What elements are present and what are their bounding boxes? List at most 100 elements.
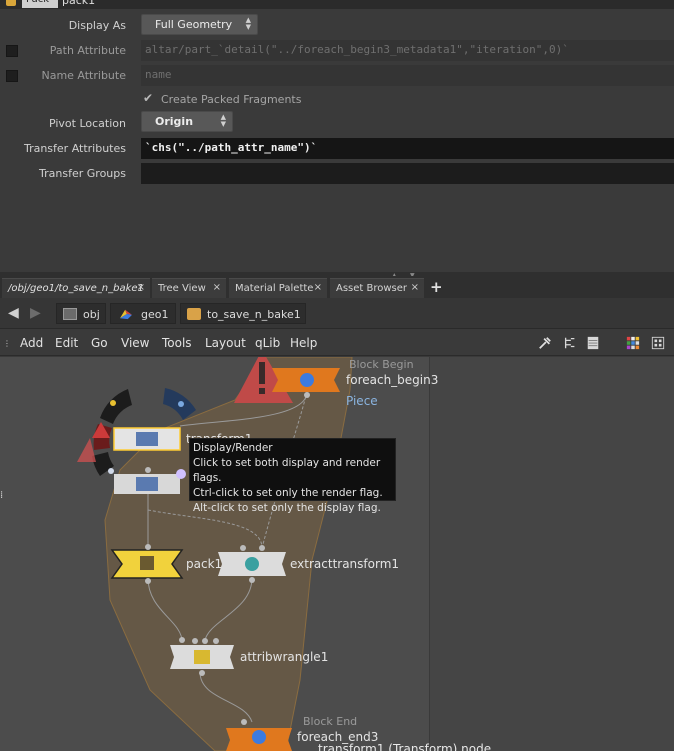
menu-view[interactable]: View bbox=[121, 336, 149, 350]
transfer-groups-field[interactable] bbox=[141, 163, 674, 184]
menu-help[interactable]: Help bbox=[290, 336, 317, 350]
tab-label: Asset Browser bbox=[336, 283, 408, 294]
pivot-location-value: Origin bbox=[155, 115, 194, 128]
subnet-icon bbox=[187, 308, 201, 320]
tab-label: Tree View bbox=[158, 283, 206, 294]
tab-label: /obj/geo1/to_save_n_bake1 bbox=[8, 283, 144, 294]
pivot-location-label: Pivot Location bbox=[48, 117, 126, 130]
menu-add[interactable]: Add bbox=[20, 336, 43, 350]
input-connector[interactable] bbox=[240, 545, 246, 551]
back-arrow-icon[interactable]: ◀ bbox=[8, 306, 19, 320]
menu-tools[interactable]: Tools bbox=[162, 336, 192, 350]
pivot-location-menu[interactable]: Origin ▲ ▼ bbox=[141, 111, 233, 132]
input-connector[interactable] bbox=[179, 637, 185, 643]
extract-transform-label: extracttransform1 bbox=[290, 557, 400, 571]
output-connector[interactable] bbox=[199, 670, 205, 676]
breadcrumb-label: obj bbox=[83, 308, 100, 321]
transform-ghost-icon bbox=[136, 477, 158, 491]
close-icon[interactable]: × bbox=[137, 282, 145, 293]
parameter-pane: Pack pack1 Display As Full Geometry ▲▼ P… bbox=[0, 0, 674, 272]
transfer-attributes-label: Transfer Attributes bbox=[23, 142, 126, 155]
node-shapes-icon[interactable] bbox=[651, 336, 665, 350]
block-end-label: Block End bbox=[303, 715, 358, 728]
close-icon[interactable]: × bbox=[314, 282, 322, 293]
display-render-tooltip: Display/Render Click to set both display… bbox=[189, 438, 396, 514]
menu-qlib[interactable]: qLib bbox=[255, 336, 280, 350]
pack-node-icon bbox=[6, 0, 16, 6]
warning-icon-dot bbox=[259, 388, 265, 394]
pane-menu-icon[interactable]: ⋮ bbox=[3, 339, 11, 348]
breadcrumb-geo1[interactable]: geo1 bbox=[110, 303, 176, 324]
input-connector[interactable] bbox=[145, 544, 151, 550]
forward-arrow-icon[interactable]: ▶ bbox=[30, 306, 41, 320]
tooltip-line: Ctrl-click to set only the render flag. bbox=[193, 487, 383, 499]
menu-layout[interactable]: Layout bbox=[205, 336, 246, 350]
warning-icon-mark bbox=[259, 362, 265, 384]
node-name-label[interactable]: pack1 bbox=[62, 0, 95, 7]
extract-transform-icon bbox=[245, 557, 259, 571]
transfer-groups-label: Transfer Groups bbox=[39, 167, 126, 180]
display-as-menu[interactable]: Full Geometry ▲ ▼ bbox=[141, 14, 258, 35]
snowflake-icon bbox=[108, 468, 114, 474]
output-connector[interactable] bbox=[145, 467, 151, 473]
color-palette-icon[interactable] bbox=[626, 336, 640, 350]
input-connector[interactable] bbox=[259, 545, 265, 551]
tab-tree-view[interactable]: Tree View × bbox=[152, 278, 226, 298]
display-as-value: Full Geometry bbox=[155, 18, 233, 31]
create-packed-fragments-label: Create Packed Fragments bbox=[161, 93, 302, 106]
breadcrumb-label: geo1 bbox=[141, 308, 169, 321]
tab-material-palette[interactable]: Material Palette × bbox=[229, 278, 327, 298]
close-icon[interactable]: × bbox=[411, 282, 419, 293]
list-view-icon[interactable] bbox=[586, 336, 600, 350]
path-bar: ◀ ▶ obj geo1 to_save_n_bake1 bbox=[0, 298, 674, 329]
add-tab-icon[interactable]: + bbox=[430, 280, 443, 295]
network-canvas[interactable] bbox=[0, 357, 674, 751]
tree-layout-icon[interactable] bbox=[563, 336, 577, 350]
output-connector[interactable] bbox=[249, 577, 255, 583]
foreach-begin-icon bbox=[300, 373, 314, 387]
network-editor[interactable]: ⁞ bbox=[0, 357, 674, 751]
output-connector[interactable] bbox=[304, 392, 310, 398]
tab-asset-browser[interactable]: Asset Browser × bbox=[330, 278, 424, 298]
hover-status-text: transform1 (Transform) node bbox=[318, 742, 492, 751]
checkmark-icon[interactable]: ✔ bbox=[143, 91, 153, 105]
node-title-bar: Pack pack1 bbox=[0, 0, 674, 9]
input-connector[interactable] bbox=[192, 638, 198, 644]
radial-menu-template-flag[interactable] bbox=[100, 389, 132, 424]
pane-tab-bar: /obj/geo1/to_save_n_bake1 × Tree View × … bbox=[0, 276, 674, 298]
foreach-end-icon bbox=[252, 730, 266, 744]
wrench-tools-icon[interactable] bbox=[538, 336, 552, 350]
transform-node-icon bbox=[136, 432, 158, 446]
transfer-attributes-field[interactable]: `chs("../path_attr_name")` bbox=[141, 138, 674, 159]
path-attribute-field[interactable]: altar/part_`detail("../foreach_begin3_me… bbox=[141, 40, 674, 61]
close-icon[interactable]: × bbox=[213, 282, 221, 293]
tooltip-title: Display/Render bbox=[193, 442, 273, 454]
foreach-begin-method-label: Piece bbox=[346, 394, 378, 408]
node-type-label: Pack bbox=[22, 0, 58, 8]
name-attribute-field[interactable]: name bbox=[141, 65, 674, 86]
attribwrangle-label: attribwrangle1 bbox=[240, 650, 329, 664]
breadcrumb-obj[interactable]: obj bbox=[56, 303, 106, 324]
path-attribute-label: Path Attribute bbox=[49, 44, 126, 57]
pack-label: pack1 bbox=[186, 557, 223, 571]
input-connector[interactable] bbox=[202, 638, 208, 644]
tab-network[interactable]: /obj/geo1/to_save_n_bake1 × bbox=[2, 278, 150, 298]
up-arrow-icon[interactable] bbox=[176, 469, 186, 479]
wrangle-node-icon bbox=[194, 650, 210, 664]
updown-arrows-icon: ▲ ▼ bbox=[220, 113, 226, 128]
breadcrumb-to-save-n-bake1[interactable]: to_save_n_bake1 bbox=[180, 303, 306, 324]
menu-edit[interactable]: Edit bbox=[55, 336, 78, 350]
menu-go[interactable]: Go bbox=[91, 336, 108, 350]
input-connector[interactable] bbox=[241, 719, 247, 725]
tooltip-line: Click to set both display and render fla… bbox=[193, 457, 381, 484]
name-attribute-label: Name Attribute bbox=[41, 69, 126, 82]
breadcrumb-label: to_save_n_bake1 bbox=[207, 308, 301, 321]
block-begin-label: Block Begin bbox=[349, 358, 414, 371]
obj-network-icon bbox=[63, 308, 77, 320]
input-connector[interactable] bbox=[213, 638, 219, 644]
tooltip-line: Alt-click to set only the display flag. bbox=[193, 502, 381, 514]
geometry-object-icon bbox=[120, 309, 132, 320]
bypass-flag-tab[interactable] bbox=[77, 438, 96, 462]
canvas-edge-marker: ⁞ bbox=[0, 490, 4, 501]
output-connector[interactable] bbox=[145, 578, 151, 584]
